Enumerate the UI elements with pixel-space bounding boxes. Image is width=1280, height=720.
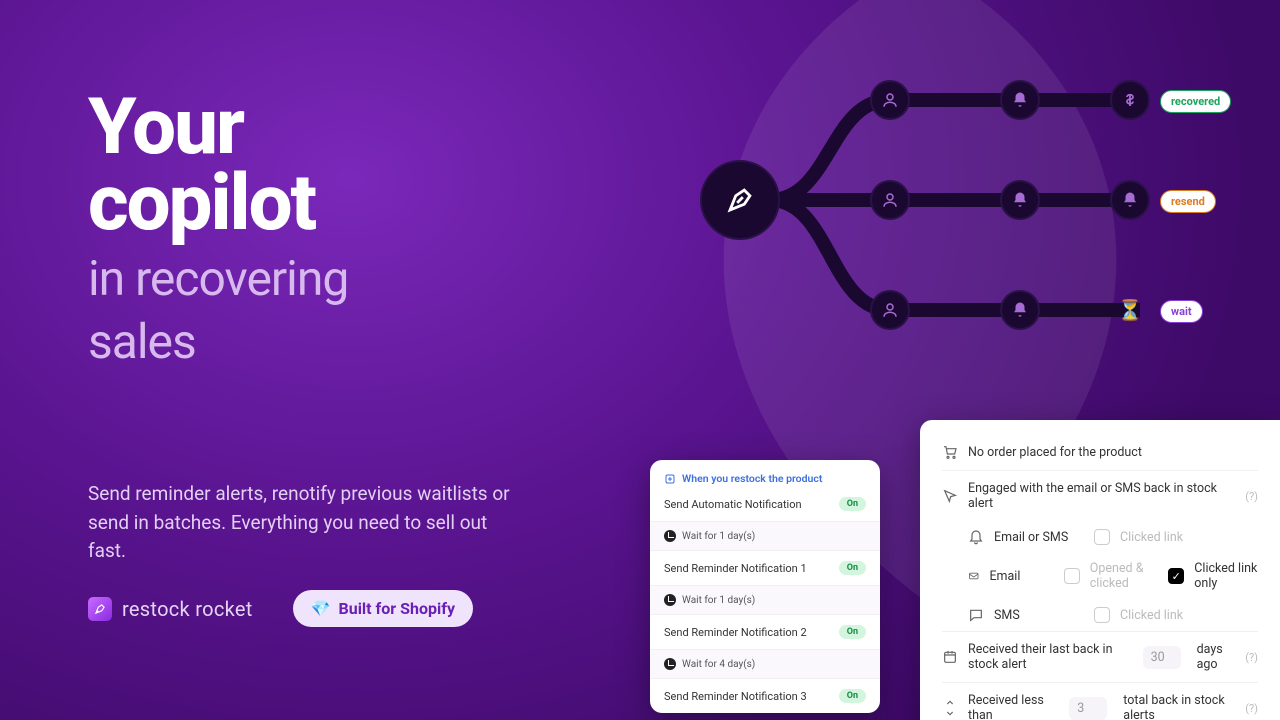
rocket-node: [700, 160, 780, 240]
clock-icon: [664, 594, 676, 606]
bell-icon: [1110, 180, 1150, 220]
workflow-card: When you restock the product Send Automa…: [650, 460, 880, 713]
workflow-step[interactable]: Send Reminder Notification 1 On: [650, 550, 880, 585]
headline-2: copilot: [88, 158, 315, 249]
bell-icon: [1000, 290, 1040, 330]
flow-diagram: recovered resend ⏳ wait: [680, 60, 1260, 360]
conditions-card: No order placed for the product Engaged …: [920, 420, 1280, 720]
condition-row[interactable]: Engaged with the email or SMS back in st…: [942, 470, 1258, 521]
clock-icon: [664, 658, 676, 670]
description-text: Send reminder alerts, renotify previous …: [88, 480, 518, 566]
bell-icon: [1000, 180, 1040, 220]
wait-step: Wait for 1 day(s): [650, 521, 880, 550]
wait-step: Wait for 1 day(s): [650, 585, 880, 614]
shopify-badge-label: Built for Shopify: [339, 599, 455, 618]
checkbox[interactable]: [1094, 607, 1110, 623]
rocket-icon: [88, 597, 112, 621]
subhead-1: in recovering: [88, 250, 348, 307]
option-row: Email Opened & clicked Clicked link only: [968, 553, 1258, 599]
recovered-pill: recovered: [1160, 90, 1231, 113]
calendar-icon: [942, 649, 958, 665]
option-row: SMS Clicked link: [968, 599, 1258, 631]
condition-row[interactable]: No order placed for the product: [942, 440, 1258, 470]
dollar-icon: [1110, 80, 1150, 120]
cart-icon: [942, 444, 958, 460]
checkbox[interactable]: [1064, 568, 1080, 584]
workflow-step[interactable]: Send Reminder Notification 2 On: [650, 614, 880, 649]
condition-row[interactable]: Received less than 3 total back in stock…: [942, 682, 1258, 720]
brand-logo: restock rocket: [88, 597, 253, 621]
help-icon[interactable]: (?): [1245, 702, 1258, 715]
sms-icon: [968, 607, 984, 623]
help-icon[interactable]: (?): [1245, 490, 1258, 503]
subhead-2: sales: [88, 313, 196, 370]
on-badge: On: [839, 625, 866, 639]
engagement-options: Email or SMS Clicked link Email Opened &…: [942, 521, 1258, 631]
on-badge: On: [839, 689, 866, 703]
checkbox-checked[interactable]: [1168, 568, 1184, 584]
clock-icon: [664, 530, 676, 542]
on-badge: On: [839, 497, 866, 511]
email-icon: [968, 568, 979, 584]
built-for-shopify-badge: 💎 Built for Shopify: [293, 590, 473, 627]
user-icon: [870, 290, 910, 330]
checkbox[interactable]: [1094, 529, 1110, 545]
count-input[interactable]: 3: [1069, 697, 1107, 720]
option-row: Email or SMS Clicked link: [968, 521, 1258, 553]
hourglass-emoji: ⏳: [1110, 290, 1150, 330]
help-icon[interactable]: (?): [1245, 651, 1258, 664]
sort-icon: [942, 700, 958, 716]
wait-step: Wait for 4 day(s): [650, 649, 880, 678]
user-icon: [870, 180, 910, 220]
workflow-step[interactable]: Send Automatic Notification On: [650, 493, 880, 521]
diamond-icon: 💎: [311, 599, 331, 618]
bell-icon: [968, 529, 984, 545]
wait-pill: wait: [1160, 300, 1203, 323]
workflow-step[interactable]: Send Reminder Notification 3 On: [650, 678, 880, 713]
brand-row: restock rocket 💎 Built for Shopify: [88, 590, 473, 627]
condition-row[interactable]: Received their last back in stock alert …: [942, 631, 1258, 682]
cursor-icon: [942, 488, 958, 504]
days-input[interactable]: 30: [1143, 646, 1181, 669]
resend-pill: resend: [1160, 190, 1216, 213]
workflow-heading: When you restock the product: [650, 460, 880, 493]
hero-block: Your copilot in recovering sales: [88, 90, 568, 369]
on-badge: On: [839, 561, 866, 575]
bell-icon: [1000, 80, 1040, 120]
user-icon: [870, 80, 910, 120]
brand-name: restock rocket: [122, 597, 253, 621]
